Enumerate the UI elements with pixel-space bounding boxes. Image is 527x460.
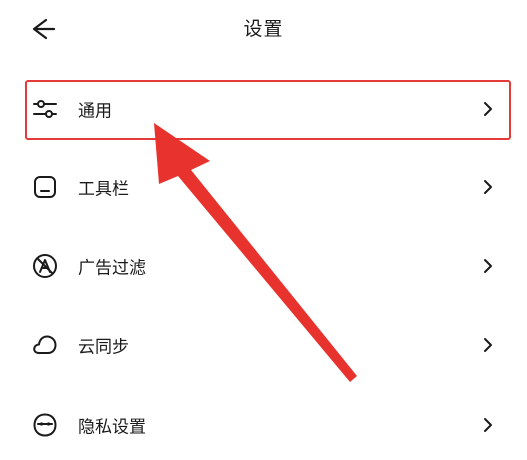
settings-item-label: 通用 — [78, 101, 112, 122]
settings-item-label: 隐私设置 — [78, 417, 146, 438]
settings-item-label: 广告过滤 — [78, 258, 146, 279]
chevron-right-icon — [482, 258, 494, 274]
privacy-mask-icon — [31, 411, 59, 439]
sliders-icon — [31, 95, 59, 123]
chevron-right-icon — [482, 337, 494, 353]
settings-item-ad-filter[interactable]: 广告过滤 — [24, 231, 512, 301]
chevron-right-icon — [482, 101, 494, 117]
chevron-right-icon — [482, 179, 494, 195]
settings-item-privacy[interactable]: 隐私设置 — [24, 390, 512, 460]
settings-item-cloud-sync[interactable]: 云同步 — [24, 310, 512, 380]
ad-filter-icon — [31, 252, 59, 280]
chevron-right-icon — [482, 417, 494, 433]
page-title: 设置 — [243, 18, 284, 40]
settings-item-label: 云同步 — [78, 337, 129, 358]
toolbar-icon — [31, 173, 59, 201]
settings-item-toolbar[interactable]: 工具栏 — [24, 152, 512, 222]
cloud-icon — [31, 331, 59, 359]
settings-item-general[interactable]: 通用 — [24, 74, 512, 144]
settings-item-label: 工具栏 — [78, 179, 129, 200]
top-bar: 设置 — [0, 0, 527, 58]
